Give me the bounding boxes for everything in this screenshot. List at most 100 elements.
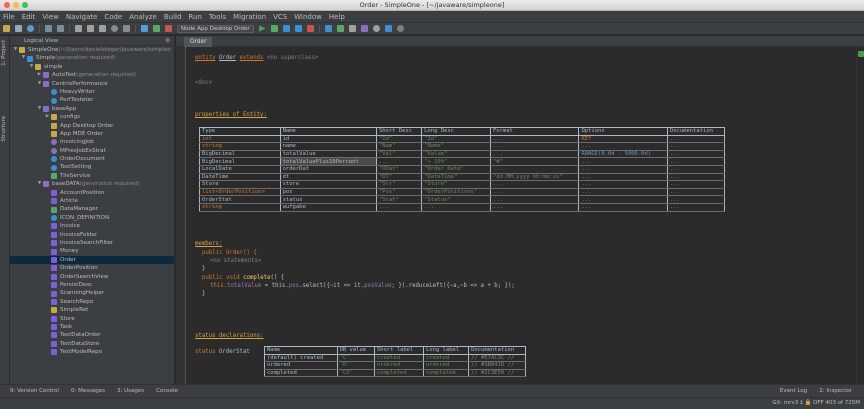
table-cell[interactable]: LocalDate [199,164,281,174]
table-cell[interactable]: ... [666,134,726,144]
table-cell[interactable]: "dd.MM.yyyy hh:mm:ss" [489,172,580,182]
tool-inspector[interactable]: 2: Inspector [819,388,852,394]
table-cell[interactable]: ... [489,202,580,212]
tree-item[interactable]: ▼ baseDATA (generation required) [10,180,174,188]
debug-config-icon[interactable] [165,25,172,32]
table-cell[interactable]: ... [666,187,726,197]
tree-item[interactable]: ▼ SimpleOne (~/Users/danielsteger/javawar… [10,46,174,54]
table-cell[interactable]: ... [578,187,668,197]
table-cell[interactable]: ... [489,164,580,174]
table-cell[interactable]: ... [578,202,668,212]
table-cell[interactable]: ... [578,142,668,151]
table-cell[interactable]: "Status" [421,195,491,204]
stop-icon[interactable] [306,25,314,32]
table-cell[interactable]: totalValuePlus10Percent [279,157,377,166]
table-cell[interactable]: pos [279,187,377,197]
expand-arrow-icon[interactable]: ▼ [36,180,43,188]
run-configuration-select[interactable]: Node App Desktop Order [177,24,254,33]
paste-icon[interactable] [99,25,106,32]
table-cell[interactable]: ... [489,187,580,197]
tree-item[interactable]: DataManager [10,205,174,213]
tree-item[interactable]: OrderDocument [10,155,174,163]
tree-item[interactable]: SearchRepo [10,298,174,306]
table-cell[interactable]: 'C' [336,353,375,363]
tree-item[interactable]: PersistDesc [10,281,174,289]
table-cell[interactable]: "Nam" [375,142,423,151]
table-cell[interactable]: ... [578,195,668,204]
tab-project[interactable]: 1: Project [1,40,7,66]
tree-item[interactable]: ▼ baseApp [10,105,174,113]
tree-item[interactable]: Money [10,247,174,255]
expand-arrow-icon[interactable]: ▼ [36,80,43,88]
tool-event-log[interactable]: Event Log [780,388,807,394]
menu-run[interactable]: Run [188,13,201,21]
table-cell[interactable]: ... [666,142,726,151]
run-icon[interactable] [258,25,266,32]
project-view-select[interactable]: Logical View [24,38,58,44]
table-cell[interactable]: "ODat" [375,164,423,174]
tool-version-control[interactable]: 9: Version Control [10,388,59,394]
table-cell[interactable]: "DateTime" [421,172,491,182]
table-cell[interactable]: "Stat" [375,195,423,204]
save-icon[interactable] [15,25,22,32]
table-cell[interactable]: ... [666,149,726,159]
menu-window[interactable]: Window [294,13,322,21]
cut-icon[interactable] [75,25,82,32]
tree-item[interactable]: App MDE Order [10,130,174,138]
expand-arrow-icon[interactable]: ▶ [44,113,51,121]
table-cell[interactable]: ... [375,202,423,212]
tree-item[interactable]: Article [10,197,174,205]
table-cell[interactable]: RANGE(0.0d - 5000.0d) [578,149,668,159]
table-cell[interactable]: 'O' [336,361,375,370]
table-cell[interactable]: store [279,180,377,189]
vcs-revert-icon[interactable] [360,25,368,32]
editor-scrollbar[interactable] [856,47,864,384]
expand-arrow-icon[interactable]: ▼ [12,46,19,54]
vcs-commit-icon[interactable] [336,25,344,32]
table-cell[interactable]: "Val" [375,149,423,159]
menu-migration[interactable]: Migration [233,13,266,21]
menu-view[interactable]: View [42,13,59,21]
menu-vcs[interactable]: VCS [273,13,287,21]
tree-item[interactable]: HeavyWriter [10,88,174,96]
table-cell[interactable]: id [279,134,377,144]
table-cell[interactable]: "Id" [375,134,423,144]
table-cell[interactable]: ... [489,180,580,189]
gear-icon[interactable]: ⚙ [165,38,170,44]
vcs-update-icon[interactable] [324,25,332,32]
tool-console[interactable]: Console [156,388,178,394]
table-cell[interactable]: orderDat [279,164,377,174]
table-cell[interactable]: "#" [489,157,580,166]
structure-icon[interactable] [384,25,392,32]
table-cell[interactable]: "Order Date" [421,164,491,174]
tree-item[interactable]: Task [10,323,174,331]
table-cell[interactable]: ... [666,180,726,189]
table-cell[interactable]: "Id" [421,134,491,144]
table-cell[interactable]: "Store" [421,180,491,189]
tree-item[interactable]: OrderSearchView [10,273,174,281]
expand-arrow-icon[interactable]: ▼ [28,63,35,71]
tree-item[interactable]: ▶ configs [10,113,174,121]
help-icon[interactable] [396,25,404,32]
tree-item[interactable]: InvoiceSearchFilter [10,239,174,247]
table-cell[interactable]: name [279,142,377,151]
tree-item[interactable]: OrderPosition [10,264,174,272]
table-cell[interactable]: DateTime [199,172,281,182]
copy-icon[interactable] [87,25,94,32]
replace-icon[interactable] [123,25,130,32]
debug-icon[interactable] [270,25,278,32]
table-cell[interactable]: aufgabe [279,202,377,212]
build-icon[interactable] [141,25,148,32]
table-cell[interactable]: "OrderPositions" [421,187,491,197]
tree-item[interactable]: ▼ simple [10,63,174,71]
table-cell[interactable]: ... [489,149,580,159]
table-cell[interactable]: ... [578,172,668,182]
tree-item[interactable]: AccountPosition [10,189,174,197]
menu-analyze[interactable]: Analyze [129,13,157,21]
table-cell[interactable]: ... [421,202,491,212]
table-cell[interactable]: "Value" [421,149,491,159]
table-cell[interactable]: ... [666,202,726,212]
tree-item[interactable]: InvoicingJob [10,138,174,146]
table-cell[interactable]: 'CO' [336,368,375,378]
table-cell[interactable]: (default) created [264,353,338,363]
